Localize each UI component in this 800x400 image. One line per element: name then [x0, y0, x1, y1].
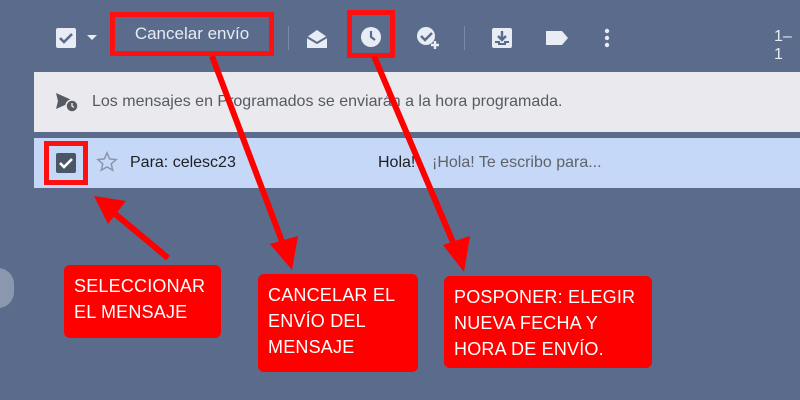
toolbar: Cancelar envío 1–1: [0, 0, 800, 72]
cancel-send-button[interactable]: Cancelar envío: [110, 12, 274, 56]
callout-line: POSPONER: ELEGIR: [454, 287, 636, 307]
mark-read-icon[interactable]: [304, 26, 330, 52]
checkbox-checked-icon: [56, 153, 76, 173]
toolbar-divider: [464, 26, 465, 50]
arrow-postpone-head: [443, 236, 470, 272]
message-subject: Hola!: [378, 154, 416, 171]
scheduled-send-icon: [54, 91, 80, 113]
pagination-text: 1–1: [774, 28, 792, 63]
callout-line: ENVÍO DEL: [268, 311, 366, 331]
toolbar-divider: [288, 26, 289, 50]
callout-postpone: POSPONER: ELEGIR NUEVA FECHA Y HORA DE E…: [444, 276, 652, 368]
move-to-icon[interactable]: [489, 25, 515, 51]
info-text: Los mensajes en Programados se enviarán …: [92, 93, 563, 110]
message-recipient: Para: celesc23: [130, 154, 236, 171]
callout-line: SELECCIONAR: [74, 276, 206, 296]
arrow-select: [106, 205, 170, 261]
callout-line: CANCELAR EL: [268, 285, 396, 305]
arrow-cancel-head: [270, 236, 298, 270]
callout-cancel: CANCELAR EL ENVÍO DEL MENSAJE: [258, 274, 418, 372]
callout-line: EL MENSAJE: [74, 302, 188, 322]
dropdown-caret-icon[interactable]: [84, 30, 100, 46]
arrow-select-head: [94, 196, 126, 224]
scheduled-info-bar: Los mensajes en Programados se enviarán …: [34, 72, 800, 132]
callout-line: MENSAJE: [268, 337, 355, 357]
snooze-clock-icon[interactable]: [358, 24, 384, 50]
callout-select: SELECCIONAR EL MENSAJE: [64, 265, 221, 338]
more-vert-icon[interactable]: [598, 26, 616, 50]
star-icon[interactable]: [96, 151, 118, 173]
select-checkbox-icon[interactable]: [54, 26, 78, 50]
label-icon[interactable]: [543, 26, 571, 50]
message-snippet: ¡Hola! Te escribo para...: [432, 154, 602, 171]
cancel-send-label: Cancelar envío: [134, 24, 250, 43]
message-checkbox[interactable]: [44, 141, 88, 185]
message-row[interactable]: Para: celesc23 Hola! ¡Hola! Te escribo p…: [34, 138, 800, 188]
side-panel-toggle[interactable]: [0, 268, 14, 308]
callout-line: NUEVA FECHA Y: [454, 313, 598, 333]
callout-line: HORA DE ENVÍO.: [454, 339, 604, 359]
add-task-icon[interactable]: [414, 24, 442, 52]
